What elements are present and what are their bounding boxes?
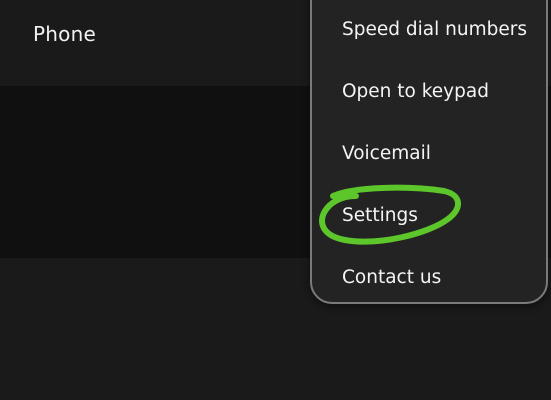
menu-item-voicemail[interactable]: Voicemail xyxy=(342,134,542,174)
menu-item-settings[interactable]: Settings xyxy=(342,196,542,236)
app-title: Phone xyxy=(33,22,96,46)
overflow-menu: Speed dial numbers Open to keypad Voicem… xyxy=(310,0,548,304)
menu-item-open-to-keypad[interactable]: Open to keypad xyxy=(342,72,542,112)
menu-item-speed-dial-numbers[interactable]: Speed dial numbers xyxy=(342,10,542,50)
menu-item-contact-us[interactable]: Contact us xyxy=(342,258,542,298)
